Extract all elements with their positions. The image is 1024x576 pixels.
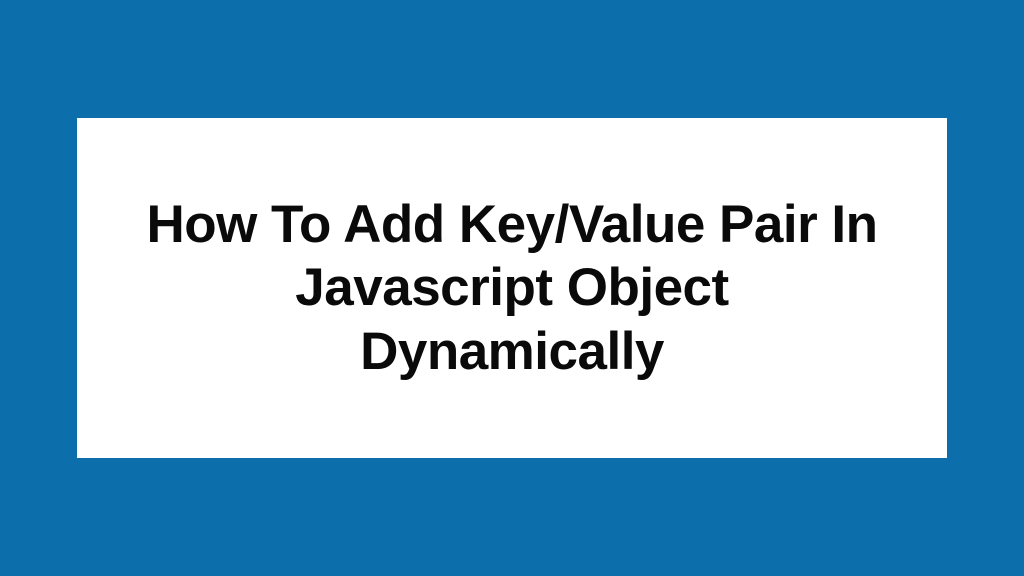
title-card: How To Add Key/Value Pair In Javascript … <box>77 118 947 458</box>
page-title: How To Add Key/Value Pair In Javascript … <box>137 193 887 384</box>
